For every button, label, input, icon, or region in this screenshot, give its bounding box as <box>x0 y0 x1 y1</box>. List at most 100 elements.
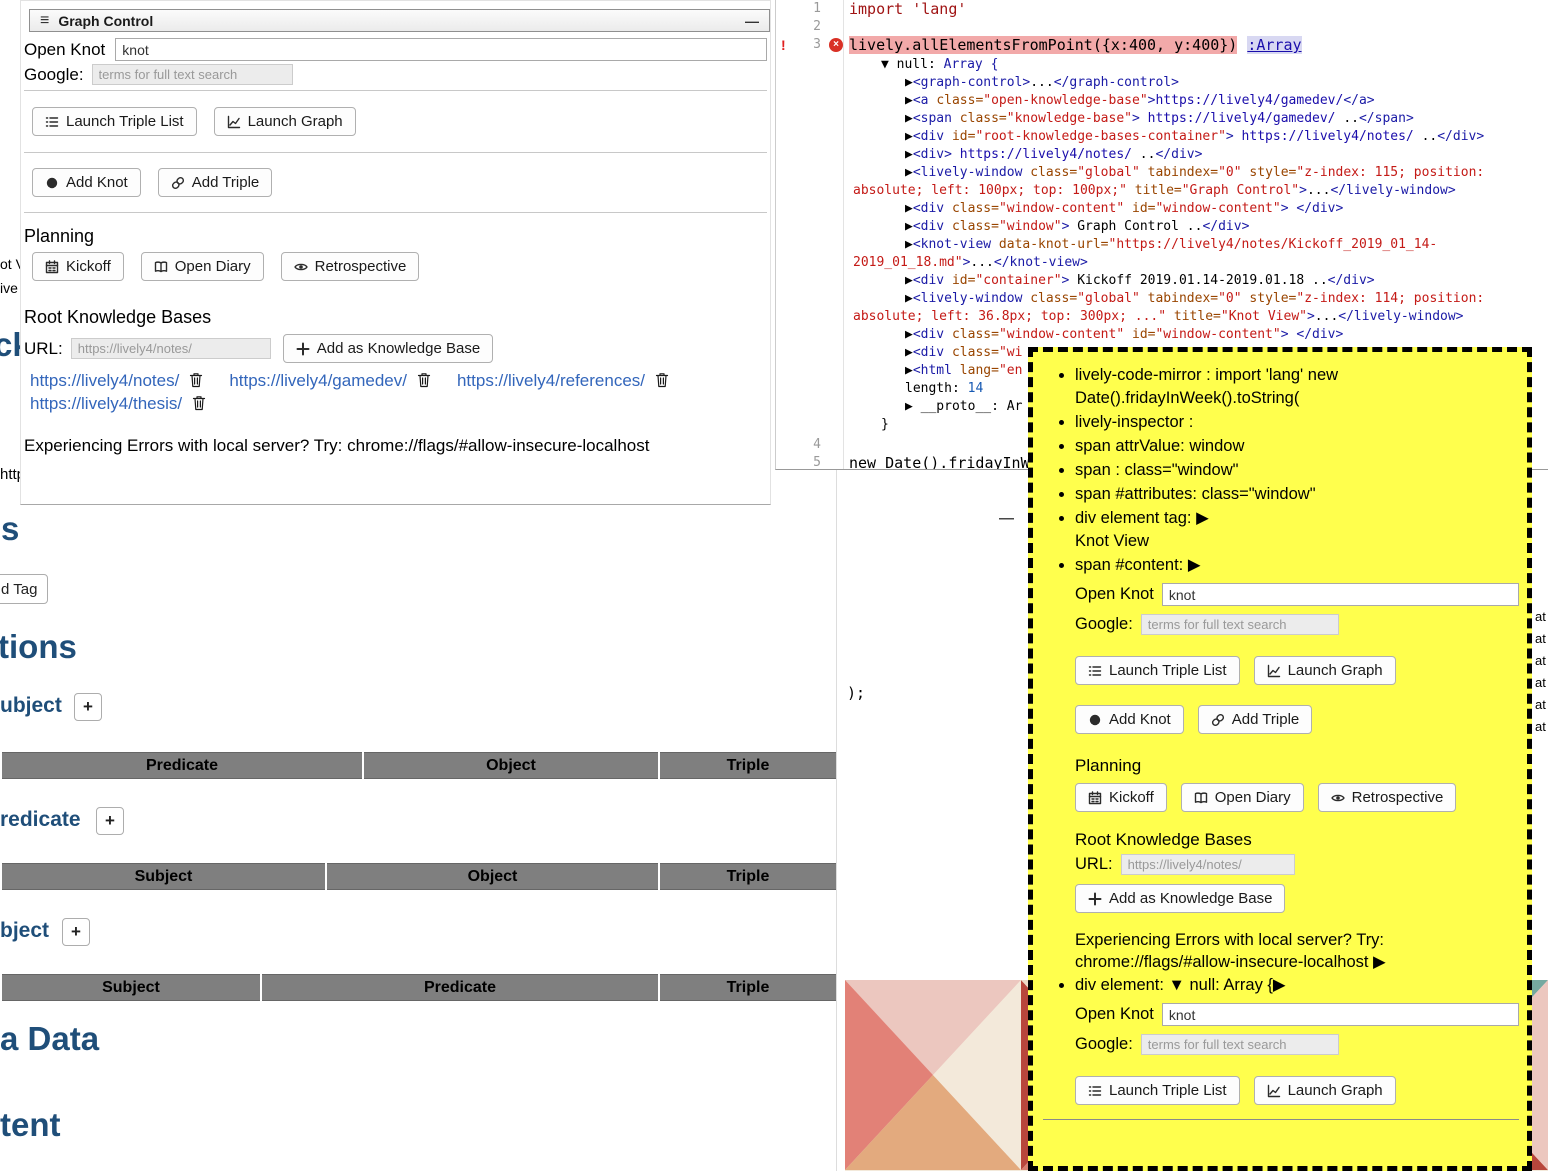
launch-graph-button[interactable]: Launch Graph <box>214 107 356 136</box>
inspector-line[interactable]: ▶<div class="window-content" id="window-… <box>849 200 1548 218</box>
add-triple-button[interactable]: Add Triple <box>158 168 273 197</box>
list-icon <box>45 115 59 129</box>
add-triple-button[interactable]: Add Triple <box>1198 705 1313 734</box>
knowledge-base-link[interactable]: https://lively4/thesis/ <box>30 394 182 414</box>
inspector-line[interactable]: ▶<div class="window"> Graph Control ..</… <box>849 218 1548 236</box>
text-fragment: at <box>1535 606 1546 628</box>
launch-triple-list-button[interactable]: Launch Triple List <box>1075 1076 1240 1105</box>
separator <box>24 212 767 213</box>
google-label: Google: <box>24 65 84 85</box>
subject-object-table: SubjectObjectTriple <box>0 863 838 890</box>
result-annotation[interactable]: :Array <box>1247 36 1301 54</box>
heading-fragment-tent: tent <box>0 1106 61 1144</box>
gutter-line-1: 1 <box>776 0 844 18</box>
inspector-line[interactable]: ▶<div class="window-content" id="window-… <box>849 326 1548 344</box>
inspector-line[interactable]: ▶<graph-control>...</graph-control> <box>849 74 1548 92</box>
inspector-line[interactable]: ▶<div id="root-knowledge-bases-container… <box>849 128 1548 146</box>
open-knot-input[interactable] <box>1162 1003 1519 1026</box>
add-object-button[interactable]: + <box>62 918 90 946</box>
heading-fragment-subject: ubject <box>0 694 62 718</box>
delete-knowledge-base-button[interactable] <box>415 372 433 391</box>
launch-graph-button[interactable]: Launch Graph <box>1254 1076 1396 1105</box>
heading-fragment-predicate: redicate <box>0 808 81 832</box>
embedded-graph-control-preview-2: Open Knot Google: Launch Triple List Lau… <box>1075 1003 1519 1105</box>
knot-view-content-fragment: ive <box>0 280 18 296</box>
pane-minimize-button[interactable]: — <box>999 510 1014 527</box>
text-fragment: at <box>1535 694 1546 716</box>
inspector-line[interactable]: ▶<div> https://lively4/notes/ ..</div> <box>849 146 1548 164</box>
gutter-widget <box>776 54 844 436</box>
list-item: div element: ▼ null: Array {▶ Open Knot … <box>1075 974 1519 1105</box>
inspector-line[interactable]: ▶<span class="knowledge-base"> https://l… <box>849 110 1548 128</box>
knowledge-base-url-input[interactable] <box>71 338 271 359</box>
google-search-input[interactable] <box>1141 1034 1339 1055</box>
knowledge-base-link[interactable]: https://lively4/gamedev/ <box>229 371 407 391</box>
list-item: span #content: ▶ Open Knot Google: Launc… <box>1075 554 1519 973</box>
error-mark: ! <box>781 36 786 54</box>
launch-graph-button[interactable]: Launch Graph <box>1254 656 1396 685</box>
gutter-line-5: 5 <box>776 454 844 470</box>
open-knot-input[interactable] <box>1162 583 1519 606</box>
inspector-line[interactable]: ▼ null: Array { <box>849 56 1548 74</box>
link-icon <box>1211 713 1225 727</box>
add-tag-button[interactable]: d Tag <box>0 574 48 604</box>
code-close-paren: ); <box>847 684 865 702</box>
add-knot-button[interactable]: Add Knot <box>1075 705 1184 734</box>
column-header: Object <box>326 864 659 890</box>
trash-icon <box>655 372 669 388</box>
window-minimize-button[interactable]: — <box>745 13 759 29</box>
kickoff-button[interactable]: Kickoff <box>32 252 124 281</box>
overlay-divider <box>1043 1119 1519 1120</box>
launch-triple-list-button[interactable]: Launch Triple List <box>1075 656 1240 685</box>
text-fragment: at <box>1535 716 1546 738</box>
add-knowledge-base-button[interactable]: Add as Knowledge Base <box>1075 884 1285 913</box>
heading-fragment-object: bject <box>0 919 49 943</box>
code-line-1[interactable]: import 'lang' <box>849 0 966 18</box>
kickoff-button[interactable]: Kickoff <box>1075 783 1167 812</box>
url-label: URL: <box>24 339 63 359</box>
embedded-graph-control-preview: Open Knot Google: Launch Triple List Lau… <box>1075 583 1519 973</box>
inspector-line[interactable]: ▶<a class="open-knowledge-base">https://… <box>849 92 1548 110</box>
open-diary-button[interactable]: Open Diary <box>141 252 264 281</box>
plus-icon <box>296 342 310 356</box>
delete-knowledge-base-button[interactable] <box>653 372 671 391</box>
retrospective-button[interactable]: Retrospective <box>1318 783 1457 812</box>
add-predicate-button[interactable]: + <box>96 807 124 835</box>
gutter-line-2: 2 <box>776 18 844 36</box>
separator <box>24 90 767 91</box>
open-diary-button[interactable]: Open Diary <box>1181 783 1304 812</box>
inspector-line[interactable]: ▶<lively-window class="global" tabindex=… <box>849 164 1548 182</box>
knowledge-base-url-input[interactable] <box>1121 854 1295 875</box>
predicate-object-table: PredicateObjectTriple <box>0 752 838 779</box>
root-knowledge-bases-heading: Root Knowledge Bases <box>24 307 767 328</box>
column-header: Subject <box>1 864 326 890</box>
code-line-3[interactable]: lively.allElementsFromPoint({x:400, y:40… <box>849 36 1237 54</box>
list-icon <box>1088 1084 1102 1098</box>
inspector-line[interactable]: absolute; left: 100px; top: 100px;" titl… <box>849 182 1548 200</box>
inspector-line[interactable]: ▶<knot-view data-knot-url="https://livel… <box>849 236 1548 254</box>
inspector-line[interactable]: ▶<lively-window class="global" tabindex=… <box>849 290 1548 308</box>
retrospective-button[interactable]: Retrospective <box>281 252 420 281</box>
add-knowledge-base-button[interactable]: Add as Knowledge Base <box>283 334 493 363</box>
delete-knowledge-base-button[interactable] <box>187 372 205 391</box>
add-knot-button[interactable]: Add Knot <box>32 168 141 197</box>
inspector-line[interactable]: ▶<div id="container"> Kickoff 2019.01.14… <box>849 272 1548 290</box>
inspector-line[interactable]: absolute; left: 36.8px; top: 300px; ..."… <box>849 308 1548 326</box>
heading-fragment-s: s <box>1 510 19 548</box>
google-search-input[interactable] <box>1141 614 1339 635</box>
inspector-line[interactable]: 2019_01_18.md">...</knot-view> <box>849 254 1548 272</box>
planning-heading: Planning <box>24 226 767 247</box>
link-icon <box>171 176 185 190</box>
window-titlebar[interactable]: ≡ Graph Control — <box>29 9 770 32</box>
launch-triple-list-button[interactable]: Launch Triple List <box>32 107 197 136</box>
knowledge-base-link[interactable]: https://lively4/references/ <box>457 371 645 391</box>
window-menu-icon[interactable]: ≡ <box>40 12 49 30</box>
open-knot-input[interactable] <box>115 38 767 61</box>
calendar-icon <box>45 260 59 274</box>
google-search-input[interactable] <box>92 64 293 85</box>
knowledge-base-link[interactable]: https://lively4/notes/ <box>30 371 179 391</box>
list-icon <box>1088 664 1102 678</box>
list-item: lively-inspector : <box>1075 411 1519 434</box>
add-subject-button[interactable]: + <box>74 693 102 721</box>
delete-knowledge-base-button[interactable] <box>190 395 208 414</box>
